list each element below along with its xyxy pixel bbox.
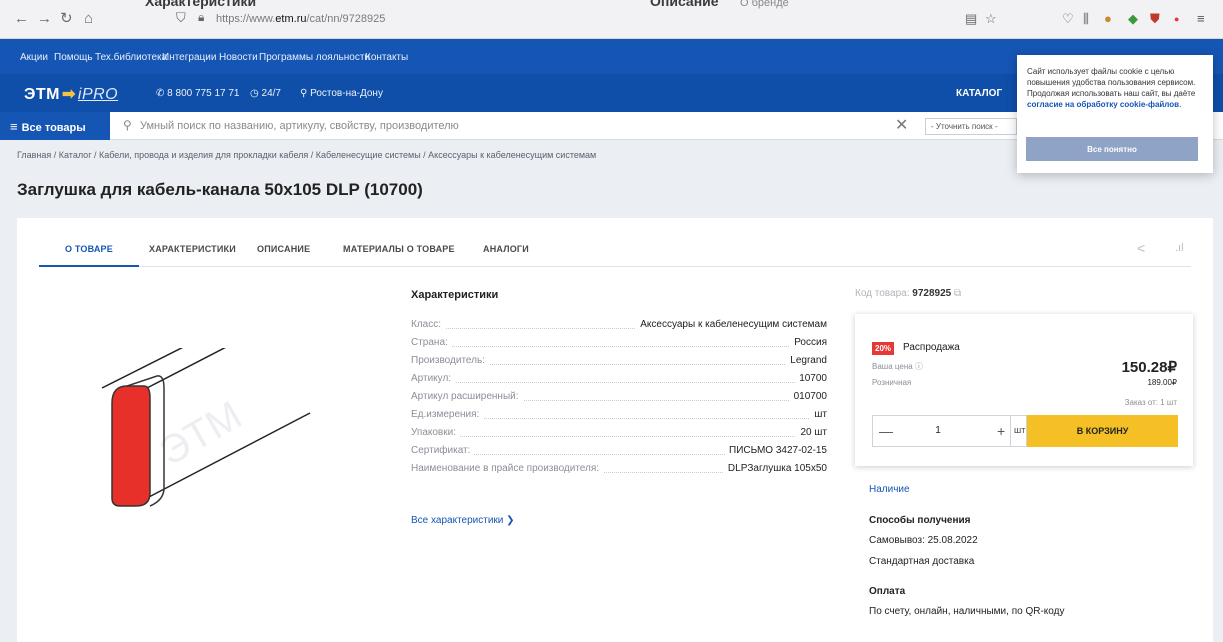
discount-badge: 20% <box>872 342 895 355</box>
info-icon[interactable]: ⓘ <box>915 362 923 371</box>
extension-green-icon[interactable]: ◆ <box>1128 11 1138 27</box>
all-goods-button[interactable]: ≡ Все товары <box>0 112 110 140</box>
cookie-consent-link[interactable]: согласие на обработку cookie-файлов <box>1027 100 1179 109</box>
product-code: Код товара: 9728925 ⧉ <box>855 288 962 299</box>
tab-description[interactable]: ОПИСАНИЕ <box>257 244 310 267</box>
location-pin-icon: ⚲ <box>300 88 311 99</box>
cookie-accept-button[interactable]: Все понятно <box>1026 137 1198 161</box>
increase-button[interactable]: + <box>997 423 1005 439</box>
bookmark-star-icon[interactable]: ☆ <box>985 11 997 27</box>
chevron-right-icon: ❯ <box>506 515 515 526</box>
extension-dot-icon[interactable]: ● <box>1174 14 1179 24</box>
delivery-methods-title: Способы получения <box>869 515 971 526</box>
payment-title: Оплата <box>869 586 906 597</box>
home-icon[interactable]: ⌂ <box>84 11 93 27</box>
menu-icon[interactable]: ≡ <box>1197 11 1205 26</box>
quantity-stepper: — 1 + шт <box>872 415 1027 447</box>
nav-link-integrations[interactable]: Интеграции <box>162 52 216 63</box>
city-selector[interactable]: ⚲ Ростов-на-Дону <box>300 88 383 99</box>
spec-row-country: Страна: Россия <box>411 337 827 348</box>
lock-icon[interactable]: 🔒︎ <box>198 10 204 25</box>
forward-icon[interactable]: → <box>37 11 52 27</box>
price-value: 150.28₽ <box>1121 359 1177 376</box>
shield-icon[interactable]: ⛉ <box>176 10 186 26</box>
all-specs-link[interactable]: Все характеристики ❯ <box>411 515 515 526</box>
cookie-text: Сайт использует файлы cookie с целью пов… <box>1027 67 1196 109</box>
sale-label: Распродажа <box>903 342 960 353</box>
retail-price: 189.00₽ <box>1147 378 1177 387</box>
search-icon: ⚲ <box>123 118 132 132</box>
min-order: Заказ от: 1 шт <box>1124 398 1177 407</box>
ghost-tab-characteristics: Характеристики <box>145 0 257 9</box>
spec-row-unit: Ед.измерения: шт <box>411 409 827 420</box>
page-title: Заглушка для кабель-канала 50х105 DLP (1… <box>17 180 423 199</box>
ghost-tab-brand: О бренде <box>740 0 789 9</box>
spec-row-packaging: Упаковки: 20 шт <box>411 427 827 438</box>
spec-row-price-name: Наименование в прайсе производителя: DLPЗ… <box>411 463 827 474</box>
ghost-tab-description: Описание <box>650 0 719 9</box>
reader-view-icon[interactable]: ▤ <box>965 11 977 27</box>
url-bar[interactable]: ⛉ 🔒︎ https://www.etm.ru/cat/nn/9728925 <box>170 10 990 30</box>
add-to-cart-button[interactable]: В КОРЗИНУ <box>1027 415 1178 447</box>
extension-shield-icon[interactable]: ⛊ <box>1150 11 1160 27</box>
nav-link-loyalty[interactable]: Программы лояльности <box>259 52 370 63</box>
nav-link-contacts[interactable]: Контакты <box>365 52 408 63</box>
spec-row-certificate: Сертификат: ПИСЬМО 3427-02-15 <box>411 445 827 456</box>
retail-label: Розничная <box>872 378 912 387</box>
spec-row-manufacturer: Производитель: Legrand <box>411 355 827 366</box>
spec-row-article: Артикул: 10700 <box>411 373 827 384</box>
specs-title: Характеристики <box>411 289 499 301</box>
nav-link-help[interactable]: Помощь <box>54 52 93 63</box>
logo-arrow-icon: ➡ <box>61 86 76 103</box>
phone-icon: ✆ <box>156 88 168 99</box>
search-input[interactable]: Умный поиск по названию, артикулу, свойс… <box>140 120 459 132</box>
cookie-popup: Сайт использует файлы cookie с целью пов… <box>1017 55 1213 173</box>
clock-icon: ◷ <box>250 88 262 99</box>
pickup-info: Самовывоз: 25.08.2022 <box>869 535 978 546</box>
product-card: О ТОВАРЕ ХАРАКТЕРИСТИКИ ОПИСАНИЕ МАТЕРИА… <box>17 218 1213 642</box>
refine-search-select[interactable]: - Уточнить поиск - <box>925 118 1017 135</box>
breadcrumb[interactable]: Главная / Каталог / Кабели, провода и из… <box>17 150 596 160</box>
availability-link[interactable]: Наличие <box>869 484 910 495</box>
hours-info: ◷ 24/7 <box>250 88 281 99</box>
tab-materials[interactable]: МАТЕРИАЛЫ О ТОВАРЕ <box>343 244 455 267</box>
share-icon[interactable]: < <box>1137 240 1145 256</box>
catalog-link[interactable]: КАТАЛОГ <box>956 88 1002 99</box>
nav-link-tech-library[interactable]: Тех.библиотека <box>95 52 167 63</box>
buy-box: 20% Распродажа Ваша цена ⓘ 150.28₽ Розни… <box>855 314 1193 466</box>
product-image: ЭТМ <box>101 348 311 507</box>
tab-about[interactable]: О ТОВАРЕ <box>39 244 139 267</box>
nav-link-news[interactable]: Новости <box>219 52 258 63</box>
hamburger-icon: ≡ <box>10 119 18 134</box>
nav-link-promotions[interactable]: Акции <box>20 52 48 63</box>
back-icon[interactable]: ← <box>14 11 29 27</box>
url-text[interactable]: https://www.etm.ru/cat/nn/9728925 <box>216 13 385 25</box>
spec-row-article-extended: Артикул расширенный: 010700 <box>411 391 827 402</box>
library-icon[interactable]: ⫼ <box>1083 11 1089 27</box>
tab-characteristics[interactable]: ХАРАКТЕРИСТИКИ <box>149 244 236 267</box>
quantity-input[interactable]: 1 <box>873 425 1003 436</box>
copy-icon[interactable]: ⧉ <box>954 288 961 299</box>
standard-delivery: Стандартная доставка <box>869 556 975 567</box>
browser-toolbar: Характеристики Описание О бренде ← → ↻ ⌂… <box>0 0 1223 39</box>
unit-label: шт <box>1010 416 1027 446</box>
compare-icon[interactable]: .ıl <box>1175 242 1184 254</box>
clear-search-icon[interactable]: ✕ <box>895 115 908 135</box>
site-logo[interactable]: ЭТМ ➡ iPRO <box>24 84 118 104</box>
phone-link[interactable]: ✆ 8 800 775 17 71 <box>156 88 239 99</box>
reload-icon[interactable]: ↻ <box>60 11 73 27</box>
spec-row-class: Класс: Аксессуары к кабеленесущим система… <box>411 319 827 330</box>
product-tabs: О ТОВАРЕ ХАРАКТЕРИСТИКИ ОПИСАНИЕ МАТЕРИА… <box>39 244 1191 267</box>
your-price-label: Ваша цена ⓘ <box>872 362 923 371</box>
payment-methods: По счету, онлайн, наличными, по QR-коду <box>869 606 1065 617</box>
watermark: ЭТМ <box>152 393 249 474</box>
extension-icon[interactable]: ● <box>1104 11 1112 26</box>
pocket-icon[interactable]: ♡ <box>1062 11 1074 27</box>
tab-analogs[interactable]: АНАЛОГИ <box>483 244 529 267</box>
